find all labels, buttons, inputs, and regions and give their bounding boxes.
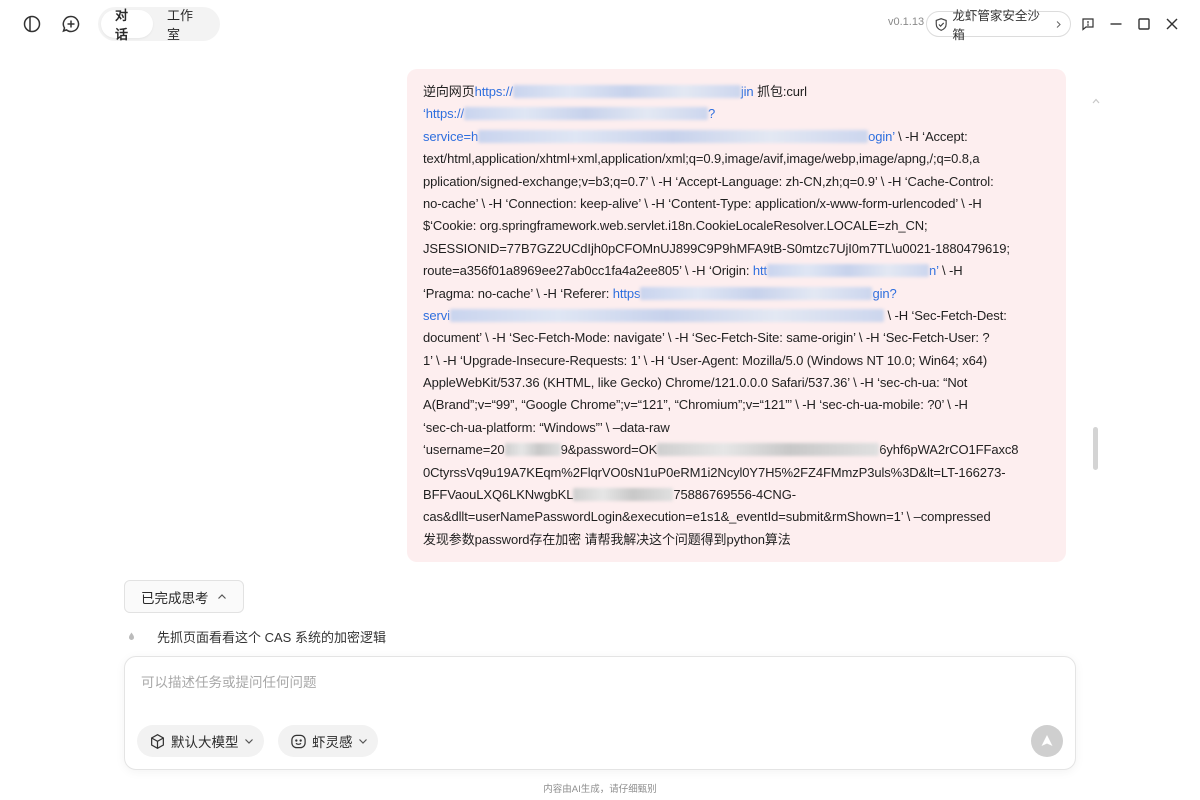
redacted-text [573,488,674,502]
message-line: JSESSIONID=77B7GZ2UCdIjh0pCFOMnUJ899C9P9… [423,240,1010,256]
maximize-icon[interactable] [1134,14,1154,34]
thinking-step-text: 先抓页面看看这个 CAS 系统的加密逻辑 [157,629,386,645]
redacted-link[interactable]: https://jin [475,84,754,99]
message-line: text/html,application/xhtml+xml,applicat… [423,151,980,167]
message-input[interactable] [141,675,1021,690]
message-line: route=a356f01a8969ee27ab0cc1fa4a2ee805’ … [423,260,1050,282]
sidebar-toggle-icon[interactable] [22,14,42,34]
chevron-up-icon [217,593,226,599]
message-text: \ -H ‘Accept: [894,128,968,144]
thinking-label: 已完成思考 [141,590,209,606]
message-line: servi \ -H ‘Sec-Fetch-Dest: [423,305,1050,327]
user-message-bubble: 逆向网页https://jin 抓包:curl ‘https://? servi… [407,69,1066,562]
model-select-button[interactable]: 默认大模型 [137,725,264,757]
minimize-icon[interactable] [1106,14,1126,34]
redacted-link[interactable]: servi [423,308,884,323]
inspiration-mode-button[interactable]: 虾灵感 [278,725,378,757]
message-line: A(Brand”;v=“99”, “Google Chrome”;v=“121”… [423,397,968,413]
version-label: v0.1.13 [888,16,925,28]
close-icon[interactable] [1162,14,1182,34]
feedback-icon[interactable] [1078,14,1098,34]
mode-tabs: 对话 工作室 [98,7,220,42]
smiley-icon [291,734,306,748]
send-arrow-icon [1041,735,1053,746]
message-line: 1’ \ -H ‘Upgrade-Insecure-Requests: 1’ \… [423,352,988,368]
message-text: 75886769556-4CNG- [673,487,796,503]
shield-icon [935,17,947,31]
message-text: 6yhf6pWA2rCO1FFaxc8 [879,442,1019,458]
message-text: ‘Pragma: no-cache’ \ -H ‘Referer: [423,285,613,301]
message-line: ‘https://? [423,103,1050,125]
sandbox-button[interactable]: 龙虾管家安全沙箱 [926,9,1071,42]
chevron-down-icon [244,739,253,744]
message-text: 抓包:curl [753,84,807,99]
step-dot-icon [129,632,134,640]
redacted-link[interactable]: service=h ogin’ [423,129,895,144]
message-line: BFFVaouLXQ6LKNwgbKL 75886769556-4CNG- [423,484,1050,506]
scrollbar-thumb[interactable] [1093,427,1098,470]
send-button[interactable] [1031,725,1063,757]
message-line: no-cache’ \ -H ‘Connection: keep-alive’ … [423,195,982,211]
message-composer: 默认大模型 虾灵感 [124,656,1076,770]
redacted-link[interactable]: ‘https://? [423,106,715,121]
tab-chat[interactable]: 对话 [101,8,153,42]
message-line: $‘Cookie: org.springframework.web.servle… [423,218,928,234]
message-line: service=h ogin’ \ -H ‘Accept: [423,126,1050,148]
cube-icon [151,733,164,749]
redacted-text [657,443,880,457]
message-line: document’ \ -H ‘Sec-Fetch-Mode: navigate… [423,330,990,346]
model-select-label: 默认大模型 [171,735,239,750]
redacted-link[interactable]: htt n’ [753,263,939,278]
new-chat-icon[interactable] [61,14,81,34]
message-text: BFFVaouLXQ6LKNwgbKL [423,487,574,503]
ai-disclaimer: 内容由AI生成，请仔细甄别 [543,784,657,795]
chat-area: 逆向网页https://jin 抓包:curl ‘https://? servi… [0,48,1200,648]
message-text: ‘username=20 [423,442,505,458]
redacted-link[interactable]: https gin? [613,286,897,301]
scroll-up-icon[interactable] [1092,98,1100,104]
message-line: ‘username=20 9&password=OK 6yhf6pWA2rCO1FF… [423,439,1050,461]
tab-studio[interactable]: 工作室 [153,8,217,42]
message-text: \ -H [938,263,963,279]
message-line: AppleWebKit/537.36 (KHTML, like Gecko) C… [423,375,968,391]
message-text: 逆向网页 [423,84,475,99]
thinking-toggle-button[interactable]: 已完成思考 [124,580,244,613]
message-text: 9&password=OK [560,442,658,458]
message-line: 发现参数password存在加密 请帮我解决这个问题得到python算法 [423,531,791,547]
inspiration-mode-label: 虾灵感 [312,735,353,750]
redacted-text [504,443,561,457]
message-line: 逆向网页https://jin 抓包:curl [423,81,1050,103]
chevron-right-icon [1057,20,1062,28]
message-line: pplication/signed-exchange;v=b3;q=0.7’ \… [423,173,994,189]
message-text: route=a356f01a8969ee27ab0cc1fa4a2ee805’ … [423,263,753,279]
message-line: cas&dllt=userNamePasswordLogin&execution… [423,509,991,525]
title-bar: 对话 工作室 v0.1.13 龙虾管家安全沙箱 [0,0,1200,48]
message-text: \ -H ‘Sec-Fetch-Dest: [883,307,1007,323]
message-line: ‘sec-ch-ua-platform: “Windows”’ \ –data-… [423,419,670,435]
chevron-down-icon [358,739,367,744]
message-line: ‘Pragma: no-cache’ \ -H ‘Referer: https g… [423,283,1050,305]
message-line: 0CtyrssVq9u19A7KEqm%2FlqrVO0sN1uP0eRM1i2… [423,464,1006,480]
sandbox-label: 龙虾管家安全沙箱 [952,9,1040,42]
thinking-step: 先抓页面看看这个 CAS 系统的加密逻辑 [128,626,386,646]
